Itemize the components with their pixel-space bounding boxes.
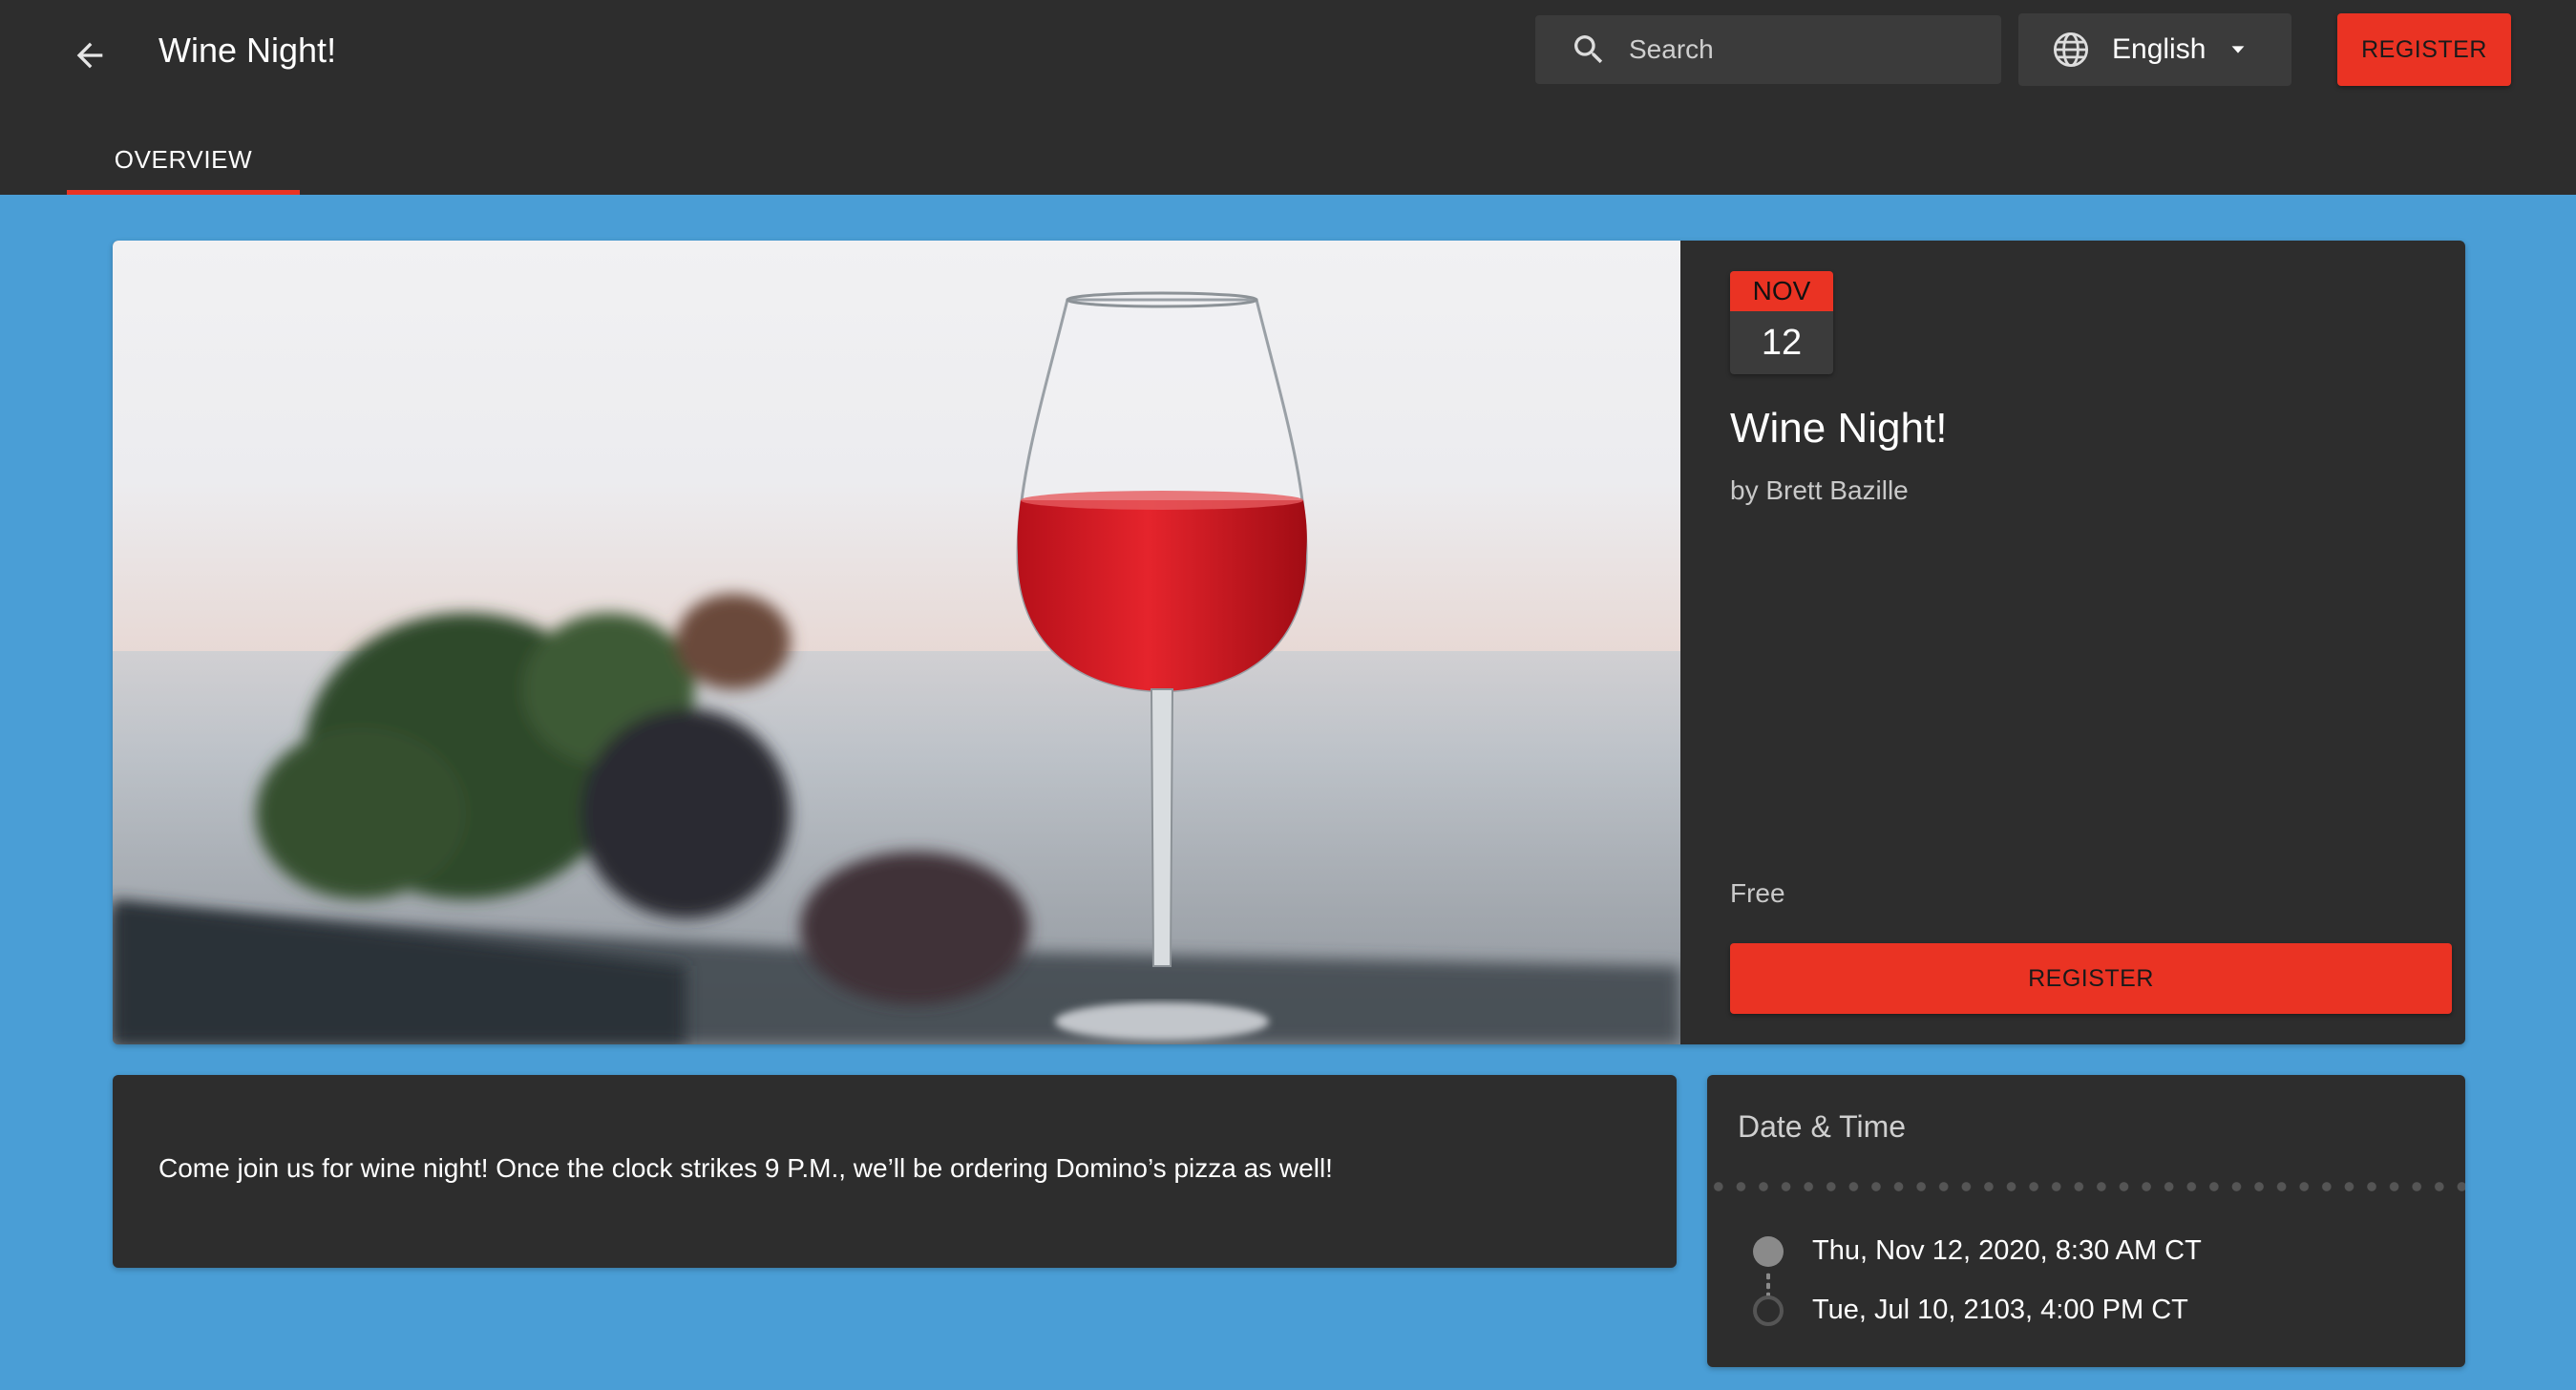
- event-description: Come join us for wine night! Once the cl…: [158, 1153, 1333, 1183]
- app-header: Wine Night! English REGISTER OVERVIEW: [0, 0, 2576, 195]
- wine-glass-photo: [113, 291, 1680, 1044]
- event-organizer: by Brett Bazille: [1730, 475, 1909, 505]
- event-description-card: Come join us for wine night! Once the cl…: [113, 1075, 1677, 1268]
- header-register-button[interactable]: REGISTER: [2337, 13, 2511, 86]
- search-input[interactable]: [1629, 34, 1973, 65]
- event-image: [113, 241, 1680, 1044]
- tab-overview[interactable]: OVERVIEW: [67, 124, 300, 195]
- date-badge-month: NOV: [1730, 271, 1833, 311]
- date-badge-day: 12: [1761, 322, 1803, 363]
- language-label: English: [2112, 33, 2206, 65]
- register-button[interactable]: REGISTER: [1730, 943, 2452, 1014]
- date-time-card: Date & Time Thu, Nov 12, 2020, 8:30 AM C…: [1707, 1075, 2465, 1367]
- search-icon: [1570, 31, 1608, 69]
- start-time-row: Thu, Nov 12, 2020, 8:30 AM CT: [1753, 1235, 2202, 1267]
- event-info-panel: NOV 12 Wine Night! by Brett Bazille Free…: [1711, 241, 2465, 1044]
- end-time-row: Tue, Jul 10, 2103, 4:00 PM CT: [1753, 1295, 2188, 1326]
- end-datetime: Tue, Jul 10, 2103, 4:00 PM CT: [1812, 1295, 2188, 1325]
- start-datetime: Thu, Nov 12, 2020, 8:30 AM CT: [1812, 1235, 2202, 1266]
- event-title: Wine Night!: [1730, 405, 1948, 452]
- back-button[interactable]: [63, 29, 116, 82]
- date-badge: NOV 12: [1730, 271, 1833, 374]
- date-time-heading: Date & Time: [1738, 1109, 1907, 1144]
- page-title: Wine Night!: [158, 31, 337, 70]
- language-select[interactable]: English: [2018, 13, 2291, 86]
- start-dot-icon: [1753, 1235, 1784, 1267]
- dotted-divider: [1707, 1182, 2465, 1191]
- globe-icon: [2051, 30, 2091, 70]
- back-arrow-icon: [76, 42, 103, 69]
- caret-down-icon: [2227, 38, 2249, 61]
- end-dot-icon: [1753, 1295, 1784, 1326]
- event-price: Free: [1730, 878, 1785, 908]
- tab-active-indicator: [67, 190, 300, 195]
- search-box[interactable]: [1535, 15, 2001, 84]
- event-hero-card: NOV 12 Wine Night! by Brett Bazille Free…: [113, 241, 2465, 1044]
